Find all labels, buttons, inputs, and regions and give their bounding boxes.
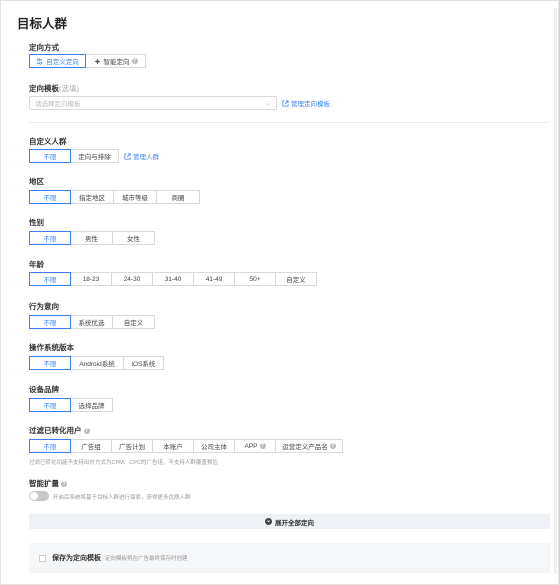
smart-expand-text: 智能扩量 <box>29 479 59 488</box>
filter-option-ad-group[interactable]: 广告组 <box>70 439 112 453</box>
smart-targeting-label: 智能定向 <box>103 59 130 66</box>
device-brand-label: 设备品牌 <box>29 385 59 394</box>
custom-audience-label: 自定义人群 <box>29 137 67 146</box>
os-option-ios[interactable]: iOS系统 <box>123 356 164 370</box>
region-option-specified[interactable]: 指定地区 <box>70 190 114 204</box>
expand-all-button[interactable]: ⌄ 展开全部定向 <box>29 514 550 529</box>
age-option-50-plus[interactable]: 50+ <box>234 272 276 286</box>
optional-tag: (选填) <box>59 84 79 93</box>
age-option-18-23[interactable]: 18-23 <box>70 272 112 286</box>
custom-targeting-label: 自定义定向 <box>46 59 79 66</box>
age-option-24-30[interactable]: 24-30 <box>111 272 153 286</box>
chevron-down-icon: ⌄ <box>265 101 271 107</box>
smart-expand-toggle[interactable] <box>29 491 49 501</box>
external-link-icon <box>124 152 131 160</box>
manage-template-link[interactable]: 管理定向模板 <box>282 96 330 110</box>
targeting-method-label: 定向方式 <box>29 43 59 52</box>
brand-option-unlimited[interactable]: 不限 <box>29 398 71 412</box>
filter-option-app-label: APP <box>244 442 258 450</box>
age-option-41-49[interactable]: 41-49 <box>193 272 235 286</box>
template-label: 定向模板(选填) <box>29 83 79 94</box>
audience-option-include-exclude[interactable]: 定向与排除 <box>70 149 119 163</box>
help-icon[interactable]: ? <box>83 428 90 435</box>
sliders-icon <box>37 57 43 65</box>
region-option-unlimited[interactable]: 不限 <box>29 190 71 204</box>
filter-option-company[interactable]: 公司主体 <box>193 439 235 453</box>
section-title: 目标人群 <box>17 17 68 31</box>
save-template-box: 保存为定向模板 定向模板将在广告最终保存时创建 <box>29 543 550 573</box>
smart-icon <box>93 57 101 65</box>
region-option-business-district[interactable]: 商圈 <box>156 190 200 204</box>
audience-option-unlimited[interactable]: 不限 <box>29 149 71 163</box>
template-placeholder: 请选择定向模板 <box>35 101 81 108</box>
region-option-city-level[interactable]: 城市等级 <box>113 190 157 204</box>
gender-label: 性别 <box>29 218 44 227</box>
filter-converted-hint: 过滤已转化功能不支持出价方式为CPM、CPC的广告组，不支持人群覆盖预估 <box>29 460 218 466</box>
scrollbar[interactable] <box>554 8 557 573</box>
help-icon[interactable]: ? <box>131 58 138 64</box>
template-select[interactable]: 请选择定向模板 ⌄ <box>29 96 277 110</box>
behavior-option-unlimited[interactable]: 不限 <box>29 315 71 329</box>
age-option-31-40[interactable]: 31-40 <box>152 272 194 286</box>
help-icon[interactable]: ? <box>329 443 336 449</box>
behavior-option-custom[interactable]: 自定义 <box>112 315 155 329</box>
age-label: 年龄 <box>29 260 44 269</box>
save-template-checkbox[interactable] <box>39 554 46 562</box>
filter-option-account[interactable]: 本账户 <box>152 439 194 453</box>
filter-converted-text: 过滤已转化用户 <box>29 426 82 435</box>
toggle-knob <box>30 492 38 500</box>
manage-template-text: 管理定向模板 <box>291 101 330 108</box>
save-template-hint: 定向模板将在广告最终保存时创建 <box>105 556 188 562</box>
os-label: 操作系统版本 <box>29 343 74 352</box>
expand-icon: ⌄ <box>265 518 272 525</box>
expand-all-label: 展开全部定向 <box>275 519 314 527</box>
gender-option-unlimited[interactable]: 不限 <box>29 231 71 245</box>
help-icon[interactable]: ? <box>259 443 266 449</box>
smart-targeting-button[interactable]: 智能定向 ? <box>85 54 146 68</box>
smart-expand-label: 智能扩量? <box>29 478 67 489</box>
divider <box>29 122 550 123</box>
manage-audience-text: 管理人群 <box>133 154 159 161</box>
template-label-text: 定向模板 <box>29 84 59 93</box>
os-option-unlimited[interactable]: 不限 <box>29 356 71 370</box>
help-icon[interactable]: ? <box>61 481 67 488</box>
manage-audience-link[interactable]: 管理人群 <box>124 149 159 163</box>
save-template-label: 保存为定向模板 <box>52 555 101 562</box>
smart-expand-hint: 开启后系统将基于目标人群进行探索，获得更多优质人群 <box>53 495 191 501</box>
filter-option-ad-plan[interactable]: 广告计划 <box>111 439 153 453</box>
filter-option-product-name[interactable]: 运营定义产品名? <box>275 439 343 453</box>
filter-option-unlimited[interactable]: 不限 <box>29 439 71 453</box>
filter-option-app[interactable]: APP? <box>234 439 276 453</box>
behavior-option-system[interactable]: 系统优选 <box>70 315 113 329</box>
custom-targeting-button[interactable]: 自定义定向 <box>29 54 86 68</box>
os-option-android[interactable]: Android系统 <box>70 356 124 370</box>
filter-option-product-label: 运营定义产品名 <box>282 444 328 451</box>
external-link-icon <box>282 99 289 107</box>
region-label: 地区 <box>29 177 44 186</box>
gender-option-female[interactable]: 女性 <box>112 231 155 245</box>
filter-converted-label: 过滤已转化用户? <box>29 425 90 436</box>
age-option-custom[interactable]: 自定义 <box>275 272 317 286</box>
gender-option-male[interactable]: 男性 <box>70 231 113 245</box>
age-option-unlimited[interactable]: 不限 <box>29 272 71 286</box>
brand-option-select[interactable]: 选择品牌 <box>70 398 113 412</box>
behavior-label: 行为意向 <box>29 302 59 311</box>
